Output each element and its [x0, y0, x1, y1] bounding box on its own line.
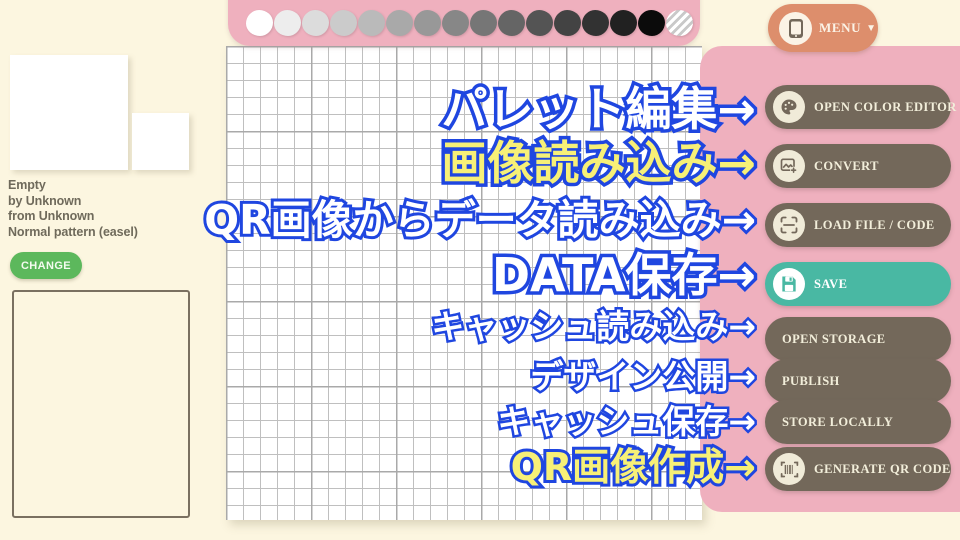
metadata-author: by Unknown	[8, 193, 82, 208]
sidebar-button-load-file-code[interactable]: LOAD FILE / CODE	[765, 203, 951, 247]
chevron-down-icon: ▼	[866, 22, 877, 34]
notes-box[interactable]	[12, 290, 190, 518]
menu-button[interactable]: MENU ▼	[768, 4, 878, 52]
palette-swatch[interactable]	[582, 10, 609, 36]
sidebar-button-label: CONVERT	[814, 158, 879, 173]
palette-swatch[interactable]	[358, 10, 385, 36]
canvas-preview-small[interactable]	[132, 113, 189, 170]
palette-swatches	[246, 10, 693, 36]
change-button[interactable]: CHANGE	[10, 252, 82, 279]
floppy-disk-icon	[773, 268, 805, 300]
artwork-metadata: Empty by Unknown from Unknown Normal pat…	[8, 178, 208, 240]
app-root: Empty by Unknown from Unknown Normal pat…	[0, 0, 960, 540]
canvas-preview-large[interactable]	[10, 55, 128, 170]
palette-swatch[interactable]	[470, 10, 497, 36]
palette-swatch[interactable]	[610, 10, 637, 36]
palette-swatch[interactable]	[638, 10, 665, 36]
scan-frame-icon	[773, 209, 805, 241]
sidebar-button-label: GENERATE QR CODE	[814, 461, 951, 476]
canvas-grid-major	[226, 46, 702, 520]
palette-swatch[interactable]	[526, 10, 553, 36]
sidebar-button-generate-qr-code[interactable]: GENERATE QR CODE	[765, 447, 951, 491]
pixel-canvas[interactable]	[226, 46, 702, 520]
sidebar-button-label: OPEN COLOR EDITOR	[814, 99, 957, 114]
metadata-source: from Unknown	[8, 209, 95, 224]
qr-code-icon	[773, 453, 805, 485]
sidebar-button-label: PUBLISH	[782, 373, 840, 388]
palette-swatch[interactable]	[386, 10, 413, 36]
sidebar-button-open-storage[interactable]: OPEN STORAGE	[765, 317, 951, 361]
menu-label: MENU	[819, 20, 862, 35]
sidebar-button-label: OPEN STORAGE	[782, 331, 886, 346]
sidebar-button-publish[interactable]: PUBLISH	[765, 359, 951, 403]
metadata-pattern: Normal pattern (easel)	[8, 224, 138, 239]
left-panel: Empty by Unknown from Unknown Normal pat…	[0, 0, 215, 540]
palette-icon	[773, 91, 805, 123]
sidebar-button-save[interactable]: SAVE	[765, 262, 951, 306]
palette-swatch[interactable]	[498, 10, 525, 36]
metadata-title: Empty	[8, 178, 46, 192]
palette-swatch[interactable]	[302, 10, 329, 36]
sidebar-button-label: SAVE	[814, 276, 848, 291]
palette-swatch[interactable]	[330, 10, 357, 36]
image-add-icon	[773, 150, 805, 182]
palette-swatch[interactable]	[414, 10, 441, 36]
palette-swatch-transparent[interactable]	[666, 10, 693, 36]
palette-swatch[interactable]	[246, 10, 273, 36]
palette-swatch[interactable]	[442, 10, 469, 36]
sidebar-button-store-locally[interactable]: STORE LOCALLY	[765, 400, 951, 444]
sidebar-button-label: LOAD FILE / CODE	[814, 217, 935, 232]
palette-swatch[interactable]	[274, 10, 301, 36]
device-icon	[779, 11, 812, 45]
palette-swatch[interactable]	[554, 10, 581, 36]
sidebar-button-convert[interactable]: CONVERT	[765, 144, 951, 188]
sidebar-button-open-color-editor[interactable]: OPEN COLOR EDITOR	[765, 85, 956, 129]
sidebar-button-label: STORE LOCALLY	[782, 414, 894, 429]
palette-bar	[228, 0, 700, 46]
